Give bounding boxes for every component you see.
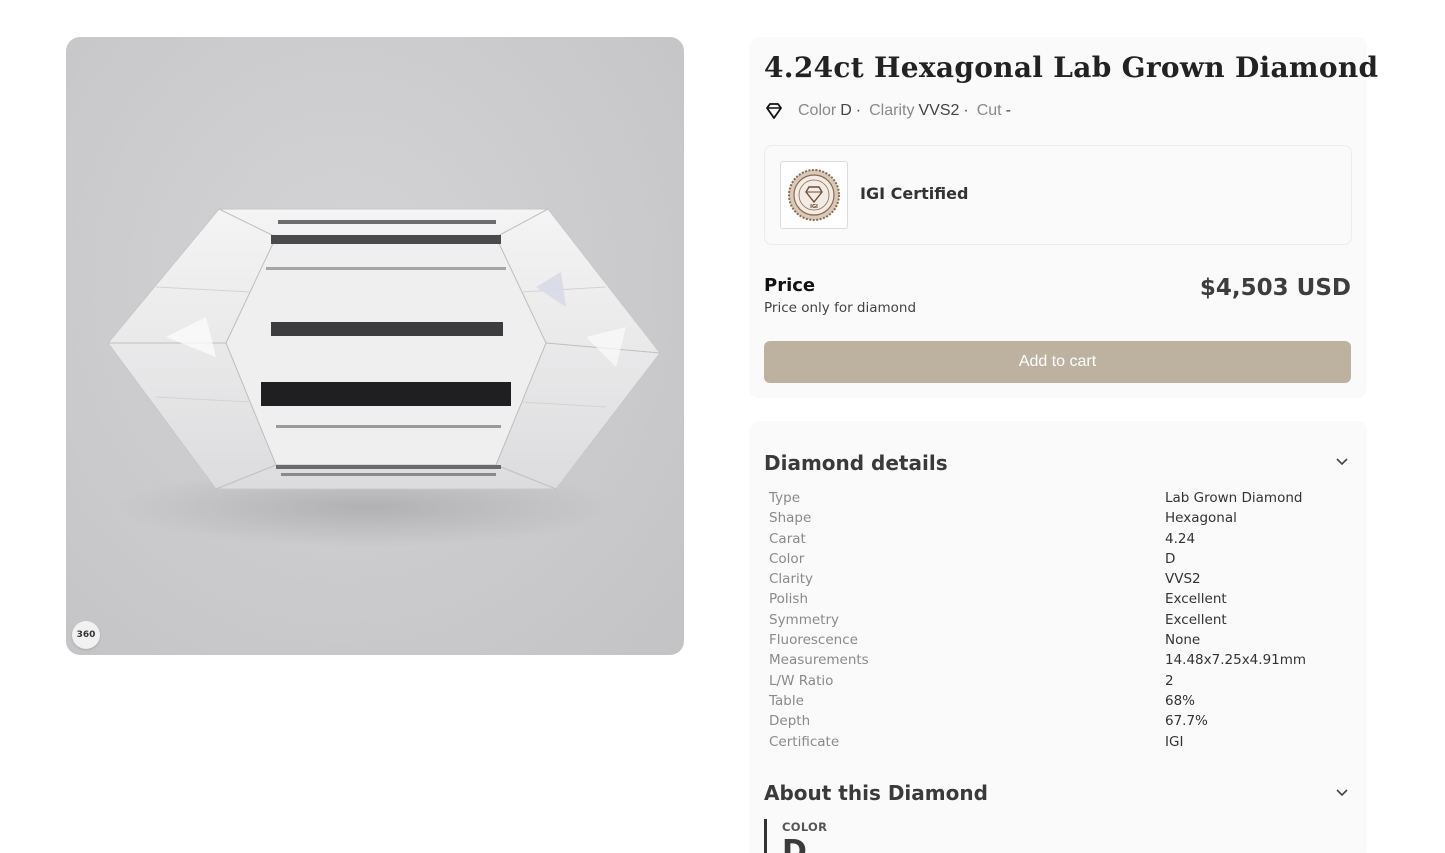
details-row-key: Clarity xyxy=(769,571,814,588)
spec-cut-value: - xyxy=(1005,102,1011,119)
details-row-key: Certificate xyxy=(769,733,840,750)
about-accent-bar xyxy=(764,819,767,853)
spec-separator: · xyxy=(963,102,969,119)
chevron-down-icon[interactable] xyxy=(1335,784,1349,798)
details-row-value: 14.48x7.25x4.91mm xyxy=(1165,652,1307,669)
about-color-label: COLOR xyxy=(782,820,828,834)
details-row-key: Polish xyxy=(769,591,809,608)
spec-clarity-value: VVS2 xyxy=(918,102,960,119)
details-row-key: Carat xyxy=(769,530,806,547)
details-row-value: VVS2 xyxy=(1165,571,1201,588)
chevron-down-icon[interactable] xyxy=(1335,453,1349,467)
details-row-value: Hexagonal xyxy=(1165,510,1237,527)
360-view-icon[interactable]: 360 xyxy=(72,621,100,649)
spec-separator: · xyxy=(855,102,862,119)
details-row: Polish Excellent xyxy=(769,589,1329,609)
details-row-value: Excellent xyxy=(1165,591,1227,608)
product-summary-card: 4.24ct Hexagonal Lab Grown Diamond Color… xyxy=(749,37,1378,398)
details-row: Color D xyxy=(769,549,1329,569)
details-row-key: Symmetry xyxy=(769,611,839,628)
details-row: Certificate IGI xyxy=(769,732,1329,752)
price-value: $4,503 USD xyxy=(1199,275,1351,301)
details-row-value: Lab Grown Diamond xyxy=(1165,490,1303,506)
svg-text:IGI: IGI xyxy=(810,204,818,210)
product-title: 4.24ct Hexagonal Lab Grown Diamond xyxy=(764,51,1379,84)
details-row-key: Shape xyxy=(769,510,812,527)
details-row-key: Type xyxy=(769,490,801,506)
details-row-value: Excellent xyxy=(1165,611,1227,628)
details-row-value: None xyxy=(1165,632,1201,649)
diamond-details-title[interactable]: Diamond details xyxy=(764,451,948,475)
diamond-image xyxy=(107,208,661,547)
details-row-value: 67.7% xyxy=(1165,713,1208,730)
details-row: Type Lab Grown Diamond xyxy=(769,488,1329,508)
details-row-key: Fluorescence xyxy=(769,632,858,649)
details-table: Type Lab Grown Diamond Shape Hexagonal Carat… xyxy=(769,488,1329,752)
price-label: Price xyxy=(764,275,816,296)
details-row-key: Measurements xyxy=(769,652,869,669)
details-row-value: 2 xyxy=(1165,672,1174,689)
spec-clarity-label: Clarity xyxy=(869,102,915,119)
details-row-key: Color xyxy=(769,550,805,567)
spec-summary: Color D · Clarity VVS2 · Cut - xyxy=(764,100,1011,122)
spec-color-value: D xyxy=(840,102,852,119)
add-to-cart-button[interactable]: Add to cart xyxy=(764,341,1351,383)
details-row: L/W Ratio 2 xyxy=(769,671,1329,691)
details-row: Table 68% xyxy=(769,691,1329,711)
diamond-outline-icon xyxy=(764,101,784,121)
details-row: Measurements 14.48x7.25x4.91mm xyxy=(769,650,1329,670)
details-row-key: Table xyxy=(769,692,804,709)
details-row: Clarity VVS2 xyxy=(769,569,1329,589)
details-row-value: 4.24 xyxy=(1165,530,1196,547)
certificate-label: IGI Certified xyxy=(860,184,969,203)
product-image[interactable]: 360 xyxy=(66,37,684,655)
details-row: Symmetry Excellent xyxy=(769,610,1329,630)
about-diamond-title[interactable]: About this Diamond xyxy=(764,781,988,805)
igi-seal-icon: IGI xyxy=(780,161,848,229)
spec-color-label: Color xyxy=(798,102,837,119)
details-row: Depth 67.7% xyxy=(769,711,1329,731)
spec-cut-label: Cut xyxy=(976,102,1002,119)
details-row-value: 68% xyxy=(1165,692,1196,709)
details-row-key: Depth xyxy=(769,713,811,730)
details-row: Shape Hexagonal xyxy=(769,508,1329,528)
details-row-value: IGI xyxy=(1165,733,1184,750)
about-color-value: D xyxy=(782,834,807,853)
details-row-key: L/W Ratio xyxy=(769,672,834,689)
details-row: Fluorescence None xyxy=(769,630,1329,650)
price-note: Price only for diamond xyxy=(764,300,917,316)
details-row: Carat 4.24 xyxy=(769,529,1329,549)
details-row-value: D xyxy=(1165,550,1176,567)
certificate-box[interactable]: IGI IGI Certified xyxy=(764,145,1352,245)
diamond-details-section: Diamond details Type Lab Grown Diamond Sha… xyxy=(749,421,1367,853)
